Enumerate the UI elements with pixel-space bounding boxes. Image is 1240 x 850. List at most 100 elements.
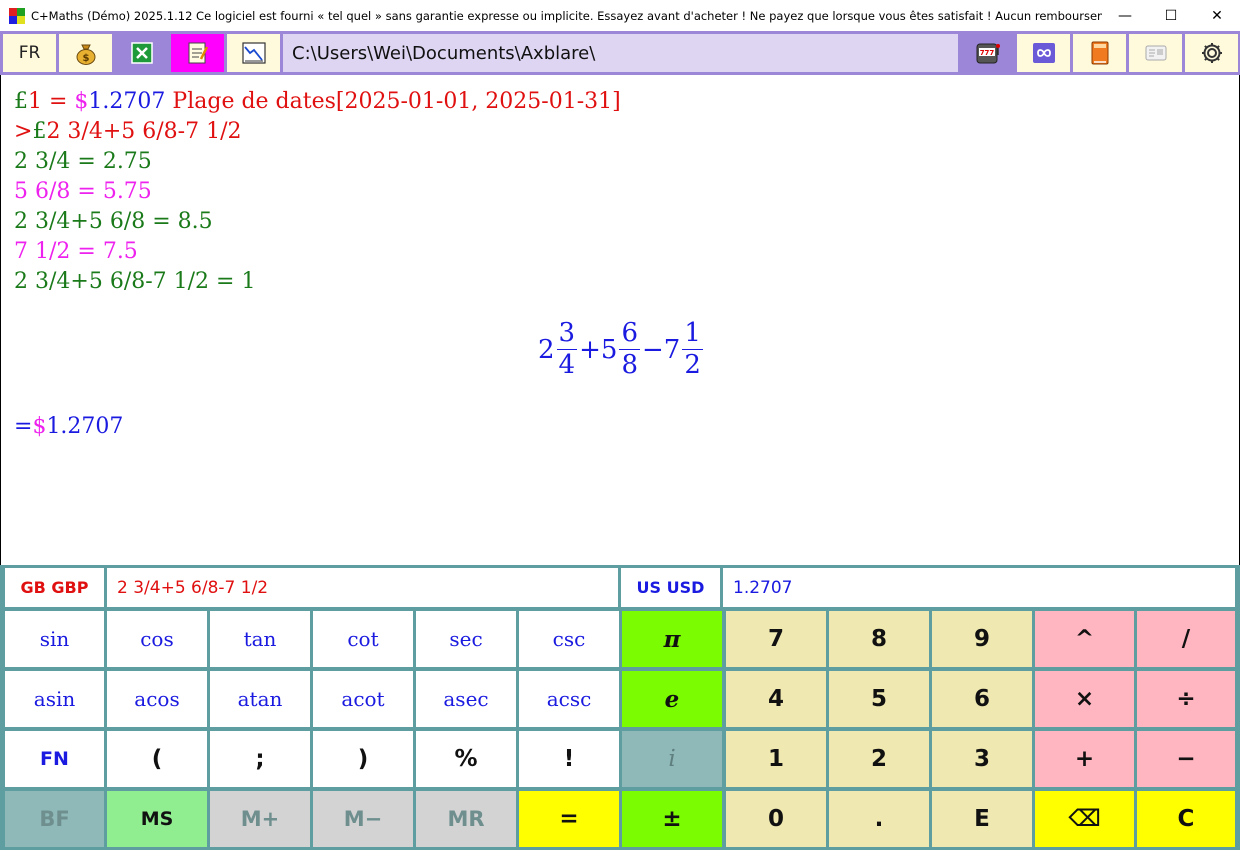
step-line: 5 6/8 = 5.75 bbox=[14, 179, 152, 204]
slash-key[interactable]: / bbox=[1137, 611, 1235, 667]
from-currency-button[interactable]: GB GBP bbox=[5, 568, 104, 607]
input-line: >£2 3/4+5 6/8-7 1/2 bbox=[14, 119, 242, 144]
digit-9-key[interactable]: 9 bbox=[932, 611, 1032, 667]
step-line: 7 1/2 = 7.5 bbox=[14, 239, 138, 264]
factorial-key[interactable]: ! bbox=[519, 731, 619, 787]
output-area[interactable]: £1 = $1.2707 Plage de dates[2025-01-01, … bbox=[0, 75, 1240, 565]
sin-key[interactable]: sin bbox=[5, 611, 104, 667]
close-button[interactable]: ✕ bbox=[1194, 0, 1240, 31]
denominator: 8 bbox=[621, 350, 638, 380]
step-line: 2 3/4+5 6/8 = 8.5 bbox=[14, 209, 213, 234]
backspace-key[interactable]: ⌫ bbox=[1035, 791, 1134, 847]
toolbar: FR $ C:\Users\Wei\Documents\Axblare\ 777 bbox=[0, 31, 1240, 75]
digit-1-key[interactable]: 1 bbox=[726, 731, 826, 787]
digit-8-key[interactable]: 8 bbox=[829, 611, 929, 667]
to-currency-button[interactable]: US USD bbox=[621, 568, 720, 607]
acos-key[interactable]: acos bbox=[107, 671, 207, 727]
digit-6-key[interactable]: 6 bbox=[932, 671, 1032, 727]
digit-5-key[interactable]: 5 bbox=[829, 671, 929, 727]
close-paren-key[interactable]: ) bbox=[313, 731, 413, 787]
multiply-key[interactable]: × bbox=[1035, 671, 1134, 727]
exponent-key[interactable]: E bbox=[932, 791, 1032, 847]
memory-recall-key[interactable]: MR bbox=[416, 791, 516, 847]
path-field[interactable]: C:\Users\Wei\Documents\Axblare\ bbox=[283, 34, 958, 72]
digit-2-key[interactable]: 2 bbox=[829, 731, 929, 787]
maximize-button[interactable]: ☐ bbox=[1148, 0, 1194, 31]
from-value-field[interactable]: 2 3/4+5 6/8-7 1/2 bbox=[107, 568, 618, 607]
asec-key[interactable]: asec bbox=[416, 671, 516, 727]
numerator: 3 bbox=[556, 318, 578, 350]
minimize-button[interactable]: — bbox=[1102, 0, 1148, 31]
digit-3-key[interactable]: 3 bbox=[932, 731, 1032, 787]
book-button[interactable] bbox=[1073, 34, 1126, 72]
date-range: Plage de dates[2025-01-01, 2025-01-31] bbox=[165, 89, 621, 114]
equals-key[interactable]: = bbox=[519, 791, 619, 847]
percent-key[interactable]: % bbox=[416, 731, 516, 787]
rendered-formula: 2 34 + 5 68 − 7 12 bbox=[538, 318, 705, 381]
denominator: 4 bbox=[558, 350, 576, 380]
power-key[interactable]: ^ bbox=[1035, 611, 1134, 667]
usd-symbol: $ bbox=[74, 89, 89, 114]
slot-machine-icon: 777 bbox=[976, 43, 1000, 64]
gbp-symbol: £ bbox=[32, 119, 47, 144]
prompt: > bbox=[14, 119, 33, 144]
whole-number: 7 bbox=[663, 334, 681, 365]
rate-equals: 1 = bbox=[28, 89, 75, 114]
acot-key[interactable]: acot bbox=[313, 671, 413, 727]
id-card-button[interactable] bbox=[1129, 34, 1182, 72]
input-expression: 2 3/4+5 6/8-7 1/2 bbox=[46, 119, 242, 144]
pi-key[interactable]: π bbox=[622, 611, 722, 667]
window-title: C+Maths (Démo) 2025.1.12 Ce logiciel est… bbox=[31, 8, 1102, 23]
digit-4-key[interactable]: 4 bbox=[726, 671, 826, 727]
memory-add-key[interactable]: M+ bbox=[210, 791, 310, 847]
infinity-button[interactable] bbox=[1017, 34, 1070, 72]
fraction: 34 bbox=[556, 318, 578, 381]
imaginary-key[interactable]: i bbox=[622, 731, 722, 787]
infinity-icon bbox=[1032, 43, 1055, 63]
sec-key[interactable]: sec bbox=[416, 611, 516, 667]
clear-key[interactable]: C bbox=[1137, 791, 1235, 847]
minus-key[interactable]: − bbox=[1137, 731, 1235, 787]
notes-button[interactable] bbox=[171, 34, 224, 72]
asin-key[interactable]: asin bbox=[5, 671, 104, 727]
svg-text:777: 777 bbox=[979, 49, 994, 57]
digit-0-key[interactable]: 0 bbox=[726, 791, 826, 847]
denominator: 2 bbox=[684, 350, 701, 380]
rate-line: £1 = $1.2707 Plage de dates[2025-01-01, … bbox=[14, 89, 621, 114]
atan-key[interactable]: atan bbox=[210, 671, 310, 727]
money-bag-icon: $ bbox=[76, 44, 95, 65]
tan-key[interactable]: tan bbox=[210, 611, 310, 667]
result-equals: = bbox=[14, 414, 33, 439]
numerator: 1 bbox=[682, 318, 703, 350]
book-icon bbox=[1091, 41, 1108, 65]
slot-machine-button[interactable]: 777 bbox=[961, 34, 1014, 72]
chart-button[interactable] bbox=[227, 34, 280, 72]
plus-minus-key[interactable]: ± bbox=[622, 791, 722, 847]
memory-subtract-key[interactable]: M− bbox=[313, 791, 413, 847]
bf-key[interactable]: BF bbox=[5, 791, 104, 847]
gbp-symbol: £ bbox=[14, 89, 28, 114]
open-paren-key[interactable]: ( bbox=[107, 731, 207, 787]
notepad-icon bbox=[188, 42, 208, 64]
plus-key[interactable]: + bbox=[1035, 731, 1134, 787]
csc-key[interactable]: csc bbox=[519, 611, 619, 667]
language-button[interactable]: FR bbox=[3, 34, 56, 72]
excel-button[interactable] bbox=[115, 34, 168, 72]
excel-icon bbox=[130, 42, 153, 64]
memory-store-key[interactable]: MS bbox=[107, 791, 207, 847]
app-icon bbox=[9, 7, 25, 24]
divide-key[interactable]: ÷ bbox=[1137, 671, 1235, 727]
settings-button[interactable] bbox=[1185, 34, 1238, 72]
decimal-key[interactable]: . bbox=[829, 791, 929, 847]
semicolon-key[interactable]: ; bbox=[210, 731, 310, 787]
e-key[interactable]: e bbox=[622, 671, 722, 727]
rate-value: 1.2707 bbox=[88, 89, 166, 114]
numerator: 6 bbox=[619, 318, 640, 350]
digit-7-key[interactable]: 7 bbox=[726, 611, 826, 667]
fn-key[interactable]: FN bbox=[5, 731, 104, 787]
to-value-field[interactable]: 1.2707 bbox=[723, 568, 1235, 607]
cot-key[interactable]: cot bbox=[313, 611, 413, 667]
money-bag-button[interactable]: $ bbox=[59, 34, 112, 72]
acsc-key[interactable]: acsc bbox=[519, 671, 619, 727]
cos-key[interactable]: cos bbox=[107, 611, 207, 667]
